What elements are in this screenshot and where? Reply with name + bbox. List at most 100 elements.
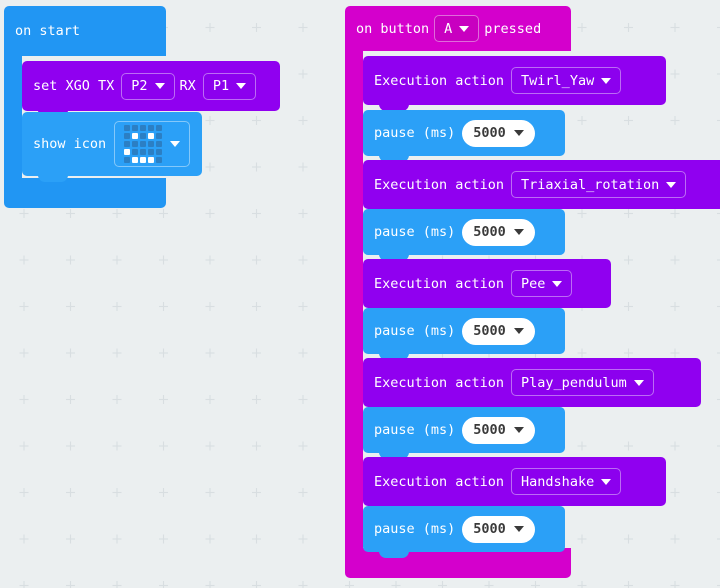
led-cell-3-0 bbox=[124, 149, 131, 155]
block-pause[interactable]: pause (ms) 5000 bbox=[363, 308, 565, 360]
dropdown-action[interactable]: Handshake bbox=[511, 468, 622, 495]
led-cell-1-3 bbox=[148, 133, 155, 139]
dropdown-action[interactable]: Triaxial_rotation bbox=[511, 171, 687, 198]
led-cell-2-3 bbox=[148, 141, 155, 147]
led-cell-1-1 bbox=[132, 133, 139, 139]
dropdown-button-select[interactable]: A bbox=[434, 15, 480, 42]
execution-action-label: Execution action bbox=[374, 176, 505, 193]
led-cell-2-2 bbox=[140, 141, 147, 147]
dropdown-pause-duration[interactable]: 5000 bbox=[462, 119, 535, 147]
led-cell-0-3 bbox=[148, 125, 155, 131]
led-cell-0-4 bbox=[156, 125, 163, 131]
led-cell-3-1 bbox=[132, 149, 139, 155]
script-on-start[interactable]: on start set XGO TX P2 RX P1 show icon bbox=[4, 6, 280, 208]
dropdown-action[interactable]: Play_pendulum bbox=[511, 369, 654, 396]
dropdown-action-value: Handshake bbox=[521, 473, 595, 490]
dropdown-pause-value: 5000 bbox=[473, 125, 506, 141]
chevron-down-icon bbox=[170, 141, 181, 147]
chevron-down-icon bbox=[666, 181, 677, 188]
dropdown-pause-value: 5000 bbox=[473, 224, 506, 240]
chevron-down-icon bbox=[154, 83, 165, 89]
pause-label: pause (ms) bbox=[374, 422, 456, 438]
led-cell-1-0 bbox=[124, 133, 131, 139]
block-notch bbox=[379, 551, 409, 558]
led-cell-0-0 bbox=[124, 125, 131, 131]
chevron-down-icon bbox=[552, 280, 563, 287]
block-pause[interactable]: pause (ms) 5000 bbox=[363, 209, 565, 261]
led-cell-0-2 bbox=[140, 125, 147, 131]
rx-label: RX bbox=[179, 78, 196, 94]
led-cell-4-2 bbox=[140, 157, 147, 163]
led-cell-3-2 bbox=[140, 149, 147, 155]
block-pause[interactable]: pause (ms) 5000 bbox=[363, 506, 565, 558]
led-cell-4-0 bbox=[124, 157, 131, 163]
chevron-down-icon bbox=[601, 478, 612, 485]
dropdown-pause-value: 5000 bbox=[473, 521, 506, 537]
on-button-spine bbox=[345, 51, 363, 548]
set-xgo-label: set XGO TX bbox=[33, 78, 115, 94]
dropdown-pause-value: 5000 bbox=[473, 422, 506, 438]
dropdown-action-value: Pee bbox=[521, 275, 546, 292]
chevron-down-icon bbox=[513, 328, 524, 334]
on-start-hat[interactable]: on start bbox=[4, 6, 166, 56]
dropdown-action[interactable]: Twirl_Yaw bbox=[511, 67, 622, 94]
led-cell-0-1 bbox=[132, 125, 139, 131]
script-on-button-a-pressed[interactable]: on button A pressed Execution action Twi… bbox=[345, 6, 720, 578]
chevron-down-icon bbox=[459, 25, 470, 32]
block-set-xgo-serial[interactable]: set XGO TX P2 RX P1 bbox=[22, 61, 280, 117]
chevron-down-icon bbox=[633, 379, 644, 386]
pause-label: pause (ms) bbox=[374, 125, 456, 141]
on-button-label-after: pressed bbox=[484, 20, 542, 37]
pause-label: pause (ms) bbox=[374, 521, 456, 537]
block-show-icon[interactable]: show icon bbox=[22, 112, 202, 182]
execution-action-label: Execution action bbox=[374, 275, 505, 292]
dropdown-action-value: Play_pendulum bbox=[521, 374, 627, 391]
chevron-down-icon bbox=[236, 83, 247, 89]
block-execution-action[interactable]: Execution action Pee bbox=[363, 259, 611, 314]
execution-action-label: Execution action bbox=[374, 72, 505, 89]
pause-label: pause (ms) bbox=[374, 224, 456, 240]
chevron-down-icon bbox=[601, 77, 612, 84]
dropdown-icon-picker[interactable] bbox=[114, 121, 191, 167]
dropdown-tx-pin-value: P2 bbox=[131, 78, 148, 94]
led-cell-2-1 bbox=[132, 141, 139, 147]
led-cell-2-0 bbox=[124, 141, 131, 147]
led-cell-1-2 bbox=[140, 133, 147, 139]
led-cell-2-4 bbox=[156, 141, 163, 147]
dropdown-pause-duration[interactable]: 5000 bbox=[462, 515, 535, 543]
pause-label: pause (ms) bbox=[374, 323, 456, 339]
block-execution-action[interactable]: Execution action Twirl_Yaw bbox=[363, 56, 666, 111]
dropdown-action[interactable]: Pee bbox=[511, 270, 573, 297]
chevron-down-icon bbox=[513, 130, 524, 136]
chevron-down-icon bbox=[513, 427, 524, 433]
dropdown-button-value: A bbox=[444, 20, 453, 37]
show-icon-label: show icon bbox=[33, 136, 107, 152]
dropdown-pause-value: 5000 bbox=[473, 323, 506, 339]
block-execution-action[interactable]: Execution action Triaxial_rotation bbox=[363, 160, 720, 215]
block-pause[interactable]: pause (ms) 5000 bbox=[363, 110, 565, 162]
dropdown-pause-duration[interactable]: 5000 bbox=[462, 416, 535, 444]
on-start-foot bbox=[4, 178, 166, 208]
dropdown-rx-pin-value: P1 bbox=[212, 78, 230, 94]
execution-action-label: Execution action bbox=[374, 473, 505, 490]
led-cell-4-4 bbox=[156, 157, 163, 163]
blocks-workspace[interactable]: on start set XGO TX P2 RX P1 show icon o… bbox=[0, 0, 720, 588]
on-start-label: on start bbox=[15, 23, 81, 39]
led-cell-1-4 bbox=[156, 133, 163, 139]
led-cell-4-1 bbox=[132, 157, 139, 163]
block-pause[interactable]: pause (ms) 5000 bbox=[363, 407, 565, 459]
dropdown-pause-duration[interactable]: 5000 bbox=[462, 317, 535, 345]
on-button-pressed-hat[interactable]: on button A pressed bbox=[345, 6, 571, 51]
led-cell-3-3 bbox=[148, 149, 155, 155]
led-cell-3-4 bbox=[156, 149, 163, 155]
chevron-down-icon bbox=[513, 526, 524, 532]
dropdown-pause-duration[interactable]: 5000 bbox=[462, 218, 535, 246]
block-execution-action[interactable]: Execution action Play_pendulum bbox=[363, 358, 701, 413]
block-execution-action[interactable]: Execution action Handshake bbox=[363, 457, 666, 512]
dropdown-action-value: Triaxial_rotation bbox=[521, 176, 660, 193]
dropdown-rx-pin[interactable]: P1 bbox=[202, 72, 257, 100]
chevron-down-icon bbox=[513, 229, 524, 235]
dropdown-tx-pin[interactable]: P2 bbox=[121, 72, 175, 100]
execution-action-label: Execution action bbox=[374, 374, 505, 391]
block-notch bbox=[38, 175, 68, 182]
